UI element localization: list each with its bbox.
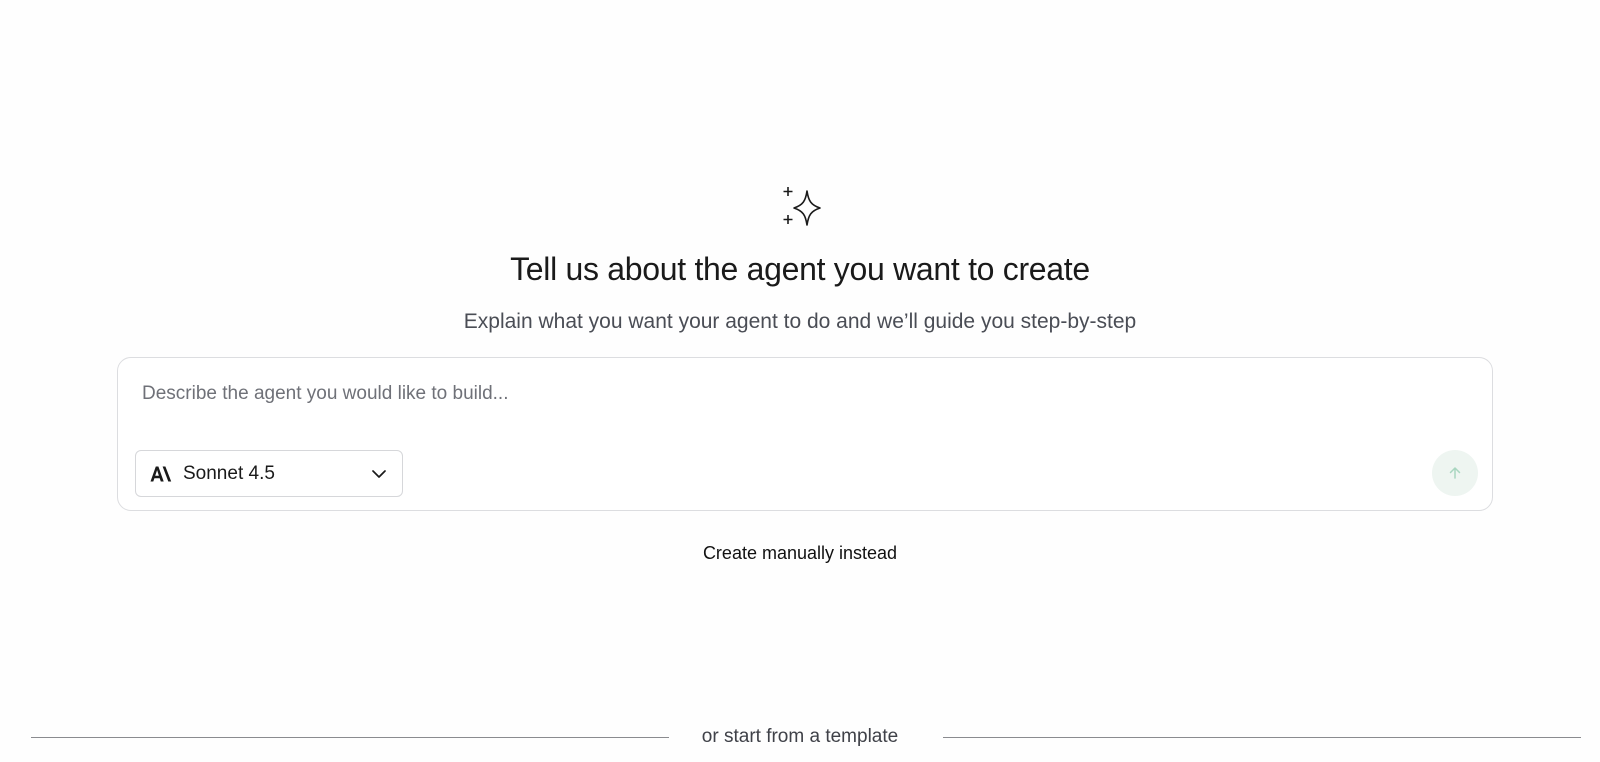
selected-model-label: Sonnet 4.5 [183,462,275,484]
anthropic-logo-icon [150,466,172,482]
model-selector-dropdown[interactable]: Sonnet 4.5 [135,450,403,497]
arrow-up-icon [1449,467,1461,479]
send-button[interactable] [1432,450,1478,496]
create-manually-link[interactable]: Create manually instead [703,543,897,563]
chevron-down-icon [370,465,388,483]
sparkle-icon [783,187,821,226]
page-subtitle: Explain what you want your agent to do a… [463,310,1137,333]
divider-line-right [943,737,1581,738]
create-manually-row: Create manually instead [0,541,1600,565]
agent-prompt-composer: Sonnet 4.5 [117,357,1493,511]
page-title: Tell us about the agent you want to crea… [510,251,1090,287]
agent-description-input[interactable] [142,378,1462,410]
